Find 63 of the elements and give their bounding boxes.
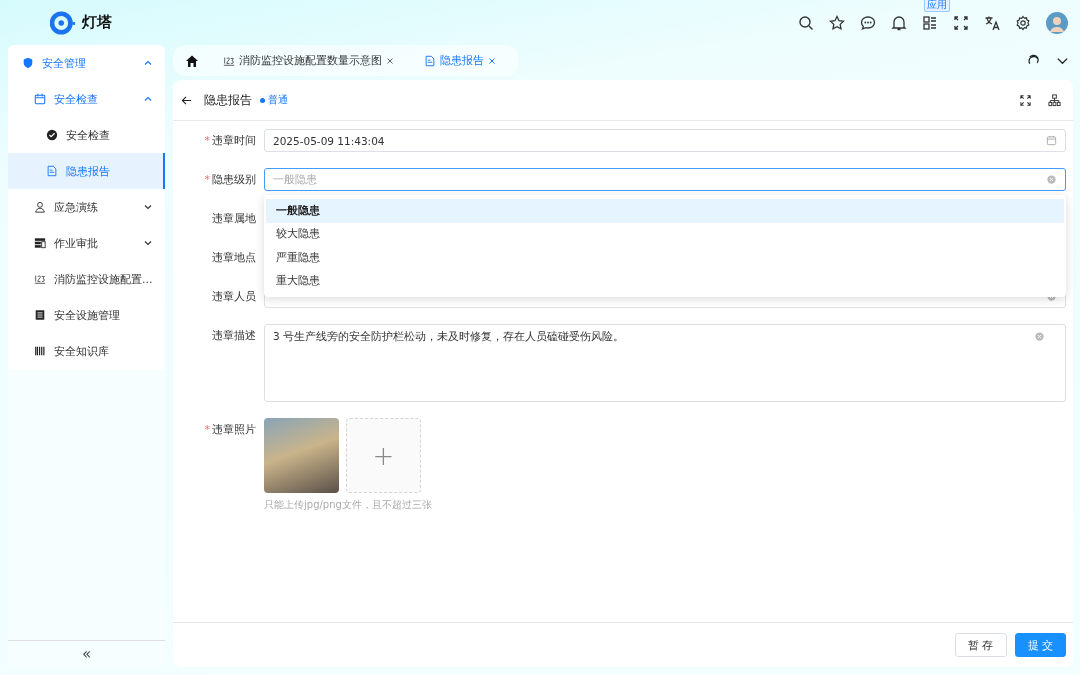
home-icon[interactable] — [185, 53, 199, 68]
menu-item[interactable]: 隐患报告 — [8, 153, 165, 189]
document-icon — [46, 165, 58, 177]
field-label: 违章时间 — [212, 133, 256, 148]
numbers-icon — [34, 273, 46, 285]
tab[interactable]: 隐患报告 — [418, 53, 502, 68]
menu-item[interactable]: 消防监控设施配置... — [8, 261, 165, 297]
required-mark: * — [204, 134, 210, 147]
logo-icon — [50, 10, 78, 35]
chevron-icon — [143, 58, 153, 68]
brand-name: 灯塔 — [82, 13, 112, 32]
tab[interactable]: 消防监控设施配置数量示意图 — [217, 53, 400, 68]
barcode-icon — [34, 345, 46, 357]
hierarchy-icon[interactable] — [1048, 93, 1061, 107]
upload-hint: 只能上传jpg/png文件，且不超过三张 — [264, 498, 433, 512]
fullscreen-icon[interactable] — [953, 14, 969, 31]
field-label: 违章属地 — [212, 211, 256, 226]
menu-item[interactable]: 安全知识库 — [8, 333, 165, 369]
dropdown-option[interactable]: 较大隐患 — [266, 222, 1064, 246]
required-mark: * — [204, 173, 210, 186]
back-arrow-icon[interactable] — [181, 94, 192, 106]
fullscreen-icon[interactable] — [1019, 93, 1032, 107]
apps-icon[interactable] — [922, 14, 938, 31]
shield-icon — [22, 57, 34, 69]
field-label: 违章地点 — [212, 250, 256, 265]
menu-item[interactable]: 安全管理 — [8, 45, 165, 81]
dropdown-option[interactable]: 一般隐患 — [266, 199, 1064, 223]
textarea-field[interactable]: 3 号生产线旁的安全防护栏松动，未及时修复，存在人员磕碰受伤风险。 — [264, 324, 1066, 402]
translate-icon[interactable] — [984, 14, 1000, 31]
search-icon[interactable] — [798, 14, 814, 31]
bell-icon[interactable] — [891, 14, 907, 31]
refresh-icon[interactable] — [1027, 54, 1040, 67]
settings-icon[interactable] — [1015, 14, 1031, 31]
date-field[interactable]: 2025-05-09 11:43:04 — [264, 129, 1066, 152]
field-label: 违章照片 — [212, 422, 256, 437]
star-icon[interactable] — [829, 14, 845, 31]
menu-item[interactable]: 安全检查 — [8, 117, 165, 153]
layout-icon — [34, 237, 46, 249]
menu-item[interactable]: 应急演练 — [8, 189, 165, 225]
required-mark: * — [204, 423, 210, 436]
close-icon[interactable] — [386, 56, 394, 65]
avatar-icon[interactable] — [1046, 11, 1068, 34]
menu-item[interactable]: 安全设施管理 — [8, 297, 165, 333]
collapse-button[interactable]: « — [81, 645, 92, 663]
list-icon — [34, 309, 46, 321]
calendar-icon — [1046, 135, 1057, 146]
document-icon — [424, 54, 436, 67]
check-circle-icon — [46, 129, 58, 141]
status-tag: 普通 — [260, 93, 288, 107]
chat-icon[interactable] — [860, 14, 876, 31]
numbers-icon — [223, 54, 235, 67]
close-icon[interactable] — [488, 56, 496, 65]
field-label: 隐患级别 — [212, 172, 256, 187]
menu-item[interactable]: 作业审批 — [8, 225, 165, 261]
save-draft-button[interactable]: 暂 存 — [955, 633, 1007, 657]
dropdown-option[interactable]: 重大隐患 — [266, 269, 1064, 293]
field-label: 违章描述 — [212, 328, 256, 343]
menu-item[interactable]: 安全检查 — [8, 81, 165, 117]
user-icon — [34, 201, 46, 213]
calendar-icon — [34, 93, 46, 105]
page-title: 隐患报告 — [204, 91, 252, 109]
field-label: 违章人员 — [212, 289, 256, 304]
dropdown-option[interactable]: 严重隐患 — [266, 246, 1064, 270]
